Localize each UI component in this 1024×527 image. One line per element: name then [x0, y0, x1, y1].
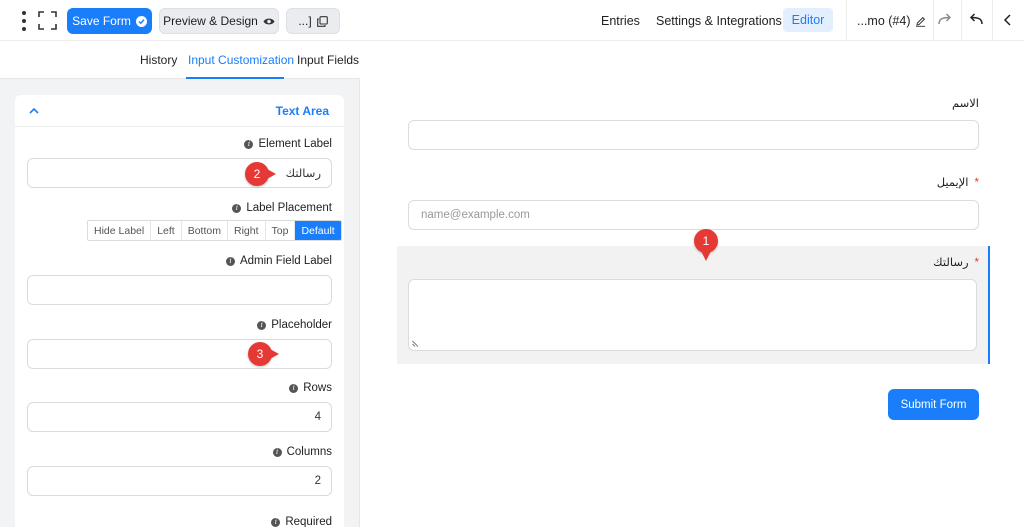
required-asterisk: * [974, 177, 979, 189]
save-form-button[interactable]: Save Form [67, 8, 152, 34]
columns-label: i Columns [272, 446, 332, 458]
info-icon[interactable]: i [244, 139, 254, 149]
form-title-text: ...mo (#4) [857, 14, 911, 28]
check-icon [135, 15, 147, 27]
selected-textarea-field[interactable]: * رسالتك [397, 246, 990, 364]
undo-icon[interactable] [967, 11, 985, 29]
columns-text: Columns [286, 446, 332, 458]
required-text: Required [285, 516, 332, 527]
rows-input[interactable]: 4 [27, 402, 332, 432]
callout-marker-2: 2 [245, 162, 276, 186]
placement-option-hide-label[interactable]: Hide Label [88, 221, 151, 240]
text-area-settings-card: Text Area i Element Label رسالتك i Label… [15, 95, 344, 527]
element-label-input[interactable]: رسالتك [27, 158, 332, 188]
name-input[interactable] [408, 120, 979, 150]
placeholder-label: i Placeholder [257, 319, 332, 331]
preview-design-label: Preview & Design [163, 14, 258, 28]
eye-icon [263, 18, 275, 24]
email-input[interactable]: name@example.com [408, 200, 979, 230]
callout-marker-3: 3 [248, 342, 279, 366]
placement-option-top[interactable]: Top [264, 221, 295, 240]
shortcode-label: ...] [298, 14, 312, 28]
tab-history[interactable]: History [140, 53, 177, 67]
nav-entries[interactable]: Entries [601, 8, 640, 34]
resize-handle-icon[interactable] [412, 340, 419, 347]
placement-option-left[interactable]: Left [150, 221, 181, 240]
required-asterisk: * [974, 257, 979, 269]
tab-input-fields[interactable]: Input Fields [297, 53, 359, 67]
message-field-label: * رسالتك [933, 255, 979, 269]
nav-settings-integrations[interactable]: Settings & Integrations [656, 8, 782, 34]
rows-label: i Rows [289, 382, 332, 394]
info-icon[interactable]: i [289, 383, 299, 393]
divider [992, 0, 993, 41]
placement-option-right[interactable]: Right [226, 221, 265, 240]
info-icon[interactable]: i [232, 203, 242, 213]
columns-input[interactable]: 2 [27, 466, 332, 496]
email-label-text: الإيميل [936, 177, 969, 189]
placement-option-bottom[interactable]: Bottom [180, 221, 227, 240]
divider [933, 0, 934, 41]
shortcode-copy-button[interactable]: ...] [286, 8, 340, 34]
placeholder-text: Placeholder [271, 319, 332, 331]
form-preview-canvas: الاسم *الإيميل name@example.com *رسالتك … [361, 41, 1024, 527]
tab-input-customization[interactable]: Input Customization [188, 53, 294, 67]
placeholder-input[interactable] [27, 339, 332, 369]
rows-text: Rows [303, 382, 332, 394]
fullscreen-icon[interactable] [38, 11, 57, 30]
divider [961, 0, 962, 41]
info-icon[interactable]: i [272, 447, 282, 457]
section-header[interactable]: Text Area [15, 95, 344, 127]
admin-field-label-label: i Admin Field Label [225, 255, 332, 267]
label-placement-text: Label Placement [246, 202, 332, 214]
more-options-icon[interactable] [19, 11, 29, 31]
callout-marker-1: 1 [694, 229, 718, 261]
info-icon[interactable]: i [271, 517, 281, 527]
nav-editor[interactable]: Editor [783, 8, 833, 32]
chevron-left-icon[interactable] [999, 11, 1017, 29]
copy-icon [316, 15, 328, 27]
placement-option-default[interactable]: Default [294, 221, 341, 240]
submit-form-button[interactable]: Submit Form [888, 389, 979, 420]
admin-field-label-text: Admin Field Label [239, 255, 332, 267]
panel-tabs: History Input Customization Input Fields [0, 41, 360, 79]
edit-pencil-icon [915, 16, 925, 27]
name-label-text: الاسم [951, 98, 979, 110]
section-title: Text Area [275, 104, 329, 118]
chevron-up-icon[interactable] [27, 104, 41, 118]
message-textarea[interactable] [408, 279, 977, 351]
label-placement-group: Hide Label Left Bottom Right Top Default [87, 220, 342, 241]
name-field-label: الاسم [952, 96, 979, 110]
divider [846, 0, 847, 41]
required-label: i Required [271, 516, 332, 527]
info-icon[interactable]: i [225, 256, 235, 266]
email-field-label: * الإيميل [937, 175, 979, 189]
element-label-text: Element Label [258, 138, 332, 150]
field-settings-panel: History Input Customization Input Fields… [0, 41, 360, 527]
admin-field-label-input[interactable] [27, 275, 332, 305]
active-tab-indicator [186, 77, 284, 79]
top-bar: Save Form Preview & Design ...] Entries … [0, 0, 1024, 41]
message-label-text: رسالتك [933, 257, 969, 269]
save-form-label: Save Form [72, 14, 131, 28]
label-placement-label: i Label Placement [232, 202, 332, 214]
form-title[interactable]: ...mo (#4) [857, 8, 926, 34]
redo-icon[interactable] [936, 11, 954, 29]
element-label-label: i Element Label [244, 138, 332, 150]
preview-design-button[interactable]: Preview & Design [159, 8, 279, 34]
info-icon[interactable]: i [257, 320, 267, 330]
